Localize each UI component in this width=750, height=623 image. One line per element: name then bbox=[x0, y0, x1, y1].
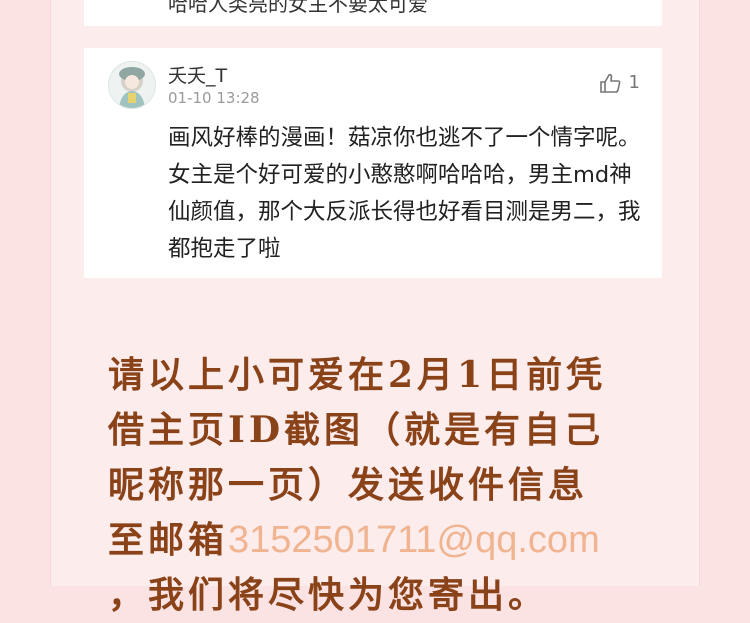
notice-line-3: 昵称那一页）发送收件信息 bbox=[108, 464, 589, 506]
comment-body: 画风好棒的漫画！菇凉你也逃不了一个情字呢。女主是个好可爱的小憨憨啊哈哈哈，男主m… bbox=[168, 125, 641, 262]
notice-line-1: 请以上小可爱在2月1日前凭 bbox=[108, 354, 607, 396]
comment-username[interactable]: 夭夭_T bbox=[168, 61, 227, 88]
like-count: 1 bbox=[628, 72, 640, 93]
notice-line-5: ，我们将尽快为您寄出。 bbox=[108, 574, 549, 616]
like-button[interactable]: 1 bbox=[599, 72, 640, 93]
notice-line-4: 至邮箱3152501711@qq.com bbox=[108, 513, 668, 568]
notice-email-prefix: 至邮箱 bbox=[108, 519, 229, 561]
previous-comment-card: 哈哈人类亮的女主不要太可爱 bbox=[84, 0, 662, 26]
notice-line-2: 借主页ID截图（就是有自己 bbox=[108, 409, 605, 451]
previous-comment-text: 哈哈人类亮的女主不要太可爱 bbox=[168, 0, 428, 16]
comment-card: 夭夭_T 01-10 13:28 1 画风好棒的漫画！菇凉你也逃不了一个情字呢。… bbox=[84, 48, 662, 278]
notice-message: 请以上小可爱在2月1日前凭 借主页ID截图（就是有自己 昵称那一页）发送收件信息… bbox=[108, 348, 668, 623]
thumbs-up-icon bbox=[599, 73, 620, 93]
comment-timestamp: 01-10 13:28 bbox=[168, 89, 260, 107]
avatar-illustration-icon bbox=[119, 67, 145, 108]
avatar[interactable] bbox=[108, 61, 156, 109]
notice-email[interactable]: 3152501711@qq.com bbox=[228, 519, 600, 561]
